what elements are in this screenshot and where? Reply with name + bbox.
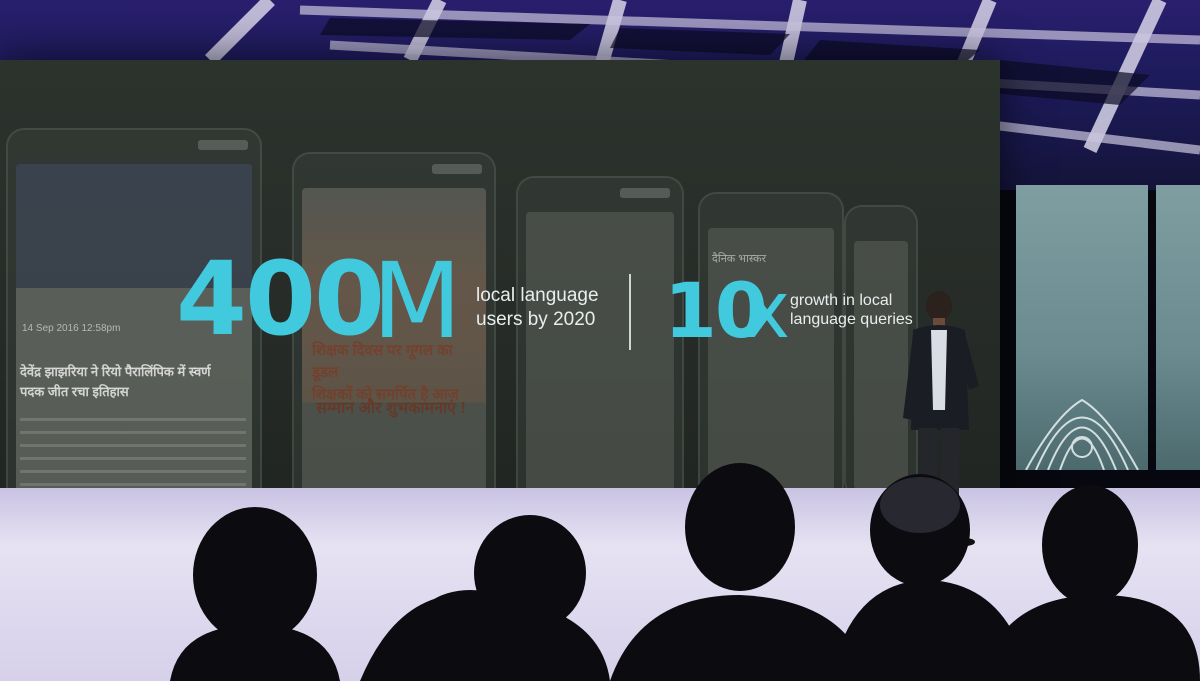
audience-silhouettes [170, 463, 1200, 681]
headline-line-2: पदक जीत रचा इतिहास [20, 384, 129, 399]
phone-headline: देवेंद्र झाझरिया ने रियो पैरालिंपिक में … [20, 362, 240, 402]
phone-timestamp: 14 Sep 2016 12:58pm [22, 323, 121, 334]
status-bar [620, 188, 670, 198]
stat1-caption-line-1: local language [476, 285, 599, 306]
stat-unit-x: x [744, 266, 791, 356]
status-bar [198, 140, 248, 150]
side-decor-panel [1016, 185, 1148, 471]
side-decor-panel-right [1156, 185, 1200, 470]
doodle-greeting: सम्मान और शुभकामनाएं ! [316, 400, 466, 417]
headline-line-1: देवेंद्र झाझरिया ने रियो पैरालिंपिक में … [20, 364, 211, 379]
newspaper-app-label: दैनिक भास्कर [712, 253, 767, 265]
status-bar [432, 164, 482, 174]
stat1-caption-line-2: users by 2020 [476, 309, 596, 330]
stat-divider [629, 274, 631, 350]
mandala-pattern [1025, 398, 1139, 471]
stat1-caption: local language users by 2020 [476, 284, 599, 332]
stat-unit-m: M [372, 240, 462, 362]
presentation-scene: 14 Sep 2016 12:58pm देवेंद्र झाझरिया ने … [0, 0, 1200, 681]
stat-number-400: 400 [176, 240, 385, 359]
